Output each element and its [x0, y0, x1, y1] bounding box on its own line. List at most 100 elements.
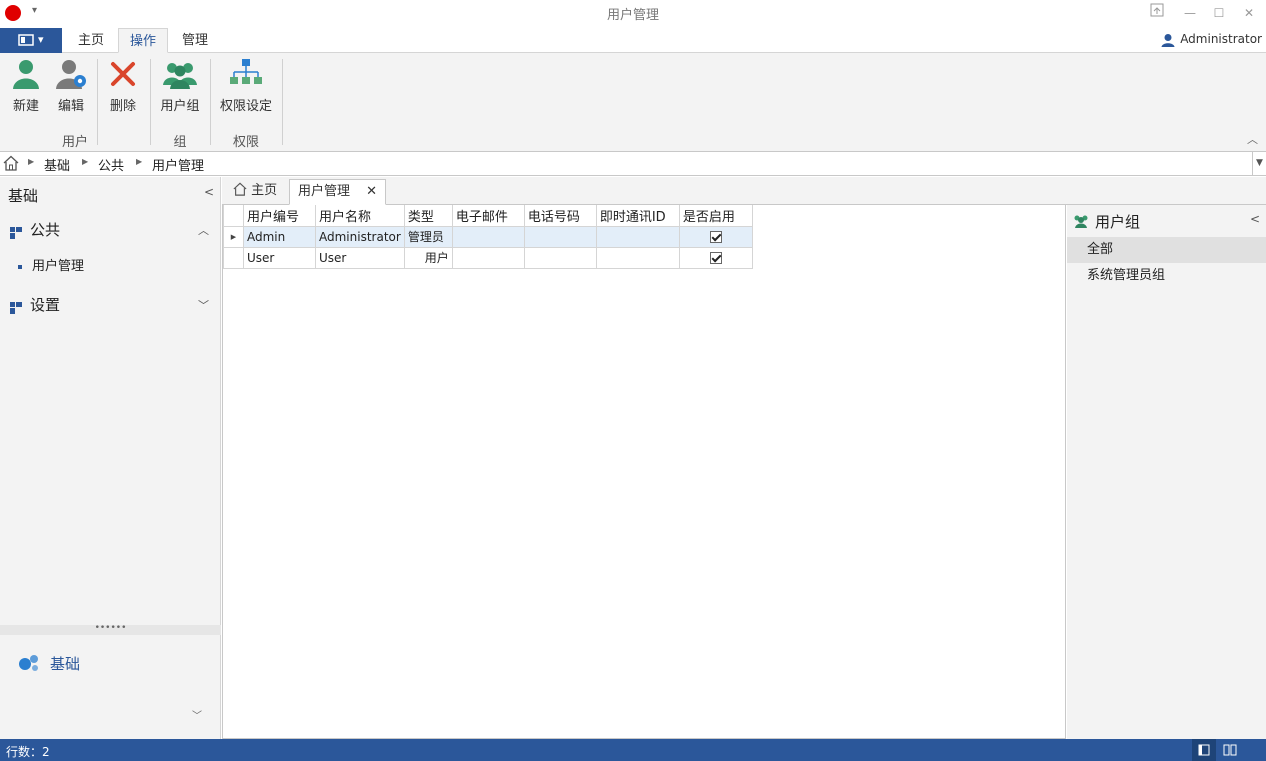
doc-tab-home[interactable]: 主页: [225, 179, 285, 205]
doc-tab-user-management[interactable]: 用户管理 ✕: [289, 179, 387, 205]
cell-im-id[interactable]: [595, 246, 680, 269]
column-header[interactable]: 电话号码: [523, 205, 597, 227]
normal-view-button[interactable]: [1192, 739, 1216, 761]
breadcrumb-item[interactable]: 基础: [44, 155, 70, 174]
group-label-permission: 权限: [232, 135, 259, 150]
group-label-group: 组: [173, 135, 187, 150]
column-header[interactable]: 用户名称: [315, 205, 405, 227]
breadcrumb-item[interactable]: 用户管理: [152, 155, 204, 174]
doc-tab-label: 主页: [251, 183, 278, 198]
cell-phone[interactable]: [523, 225, 597, 248]
user-group-button[interactable]: 用户组: [155, 57, 205, 114]
document-tab-bar: 主页 用户管理 ✕: [222, 177, 1266, 205]
permission-settings-label: 权限设定: [219, 99, 272, 114]
new-user-label: 新建: [12, 99, 39, 114]
breadcrumb-separator-icon: ▶: [136, 157, 143, 166]
collapse-pane-icon[interactable]: <: [1250, 212, 1260, 226]
row-indicator-icon: ▶: [223, 225, 244, 248]
breadcrumb-dropdown-button[interactable]: ▼: [1252, 152, 1266, 175]
new-user-icon: [9, 57, 43, 91]
nav-splitter[interactable]: ••••••: [0, 624, 221, 635]
table-row[interactable]: User User 用户: [223, 246, 753, 269]
cell-email[interactable]: [451, 225, 525, 248]
reading-view-button[interactable]: [1222, 742, 1238, 761]
user-group-pane: 用户组 < 全部 系统管理员组: [1067, 205, 1266, 739]
nav-group-settings[interactable]: 设置: [10, 294, 60, 315]
maximize-button[interactable]: ☐: [1208, 3, 1230, 23]
tab-operations[interactable]: 操作: [118, 28, 168, 53]
nav-group-icon: [10, 300, 22, 314]
row-indicator: [223, 246, 244, 269]
column-header[interactable]: 电子邮件: [451, 205, 525, 227]
breadcrumb-separator-icon: ▶: [28, 157, 35, 166]
current-user[interactable]: Administrator: [1161, 32, 1262, 47]
collapse-nav-icon[interactable]: <: [204, 185, 214, 199]
home-icon: [233, 182, 247, 196]
group-item-all[interactable]: 全部: [1067, 237, 1266, 263]
group-item-admin[interactable]: 系统管理员组: [1067, 263, 1266, 289]
ribbon-tab-bar: ▾ 主页 操作 管理 Administrator: [0, 28, 1266, 53]
cell-email[interactable]: [451, 246, 525, 269]
status-bar: 行数：2: [0, 739, 1266, 761]
breadcrumb-item[interactable]: 公共: [98, 155, 124, 174]
enabled-checkbox[interactable]: [709, 252, 722, 264]
nav-pane-title: 基础: [8, 187, 39, 205]
file-menu-button[interactable]: ▾: [0, 28, 62, 53]
nav-group-public[interactable]: 公共: [10, 219, 60, 240]
menu-icon: [18, 34, 35, 46]
collapse-ribbon-icon[interactable]: ︿: [1247, 131, 1258, 147]
tab-home[interactable]: 主页: [66, 28, 116, 53]
window-title: 用户管理: [606, 8, 659, 23]
normal-view-icon: [1198, 744, 1210, 756]
chevron-down-icon[interactable]: ﹀: [192, 707, 202, 722]
cell-user-id[interactable]: Admin: [243, 225, 316, 248]
delete-user-button[interactable]: 删除: [103, 57, 143, 114]
edit-user-button[interactable]: 编辑: [51, 57, 91, 114]
ribbon-panel: 新建 编辑 删除 用户 用户组 组 权限设定 权限 ︿: [0, 53, 1266, 152]
home-icon[interactable]: [3, 155, 19, 175]
column-header[interactable]: 类型: [403, 205, 453, 227]
tab-manage[interactable]: 管理: [170, 28, 220, 53]
table-row[interactable]: ▶ Admin Administrator 管理员: [223, 225, 753, 248]
close-tab-icon[interactable]: ✕: [366, 184, 377, 199]
breadcrumb-separator-icon: ▶: [82, 157, 89, 166]
delete-user-label: 删除: [109, 99, 136, 114]
chevron-down-icon[interactable]: ﹀: [198, 297, 209, 313]
nav-item-label: 用户管理: [32, 259, 85, 274]
group-separator: [282, 59, 283, 145]
nav-item-user-management[interactable]: 用户管理: [18, 255, 84, 274]
row-count: 行数：2: [6, 745, 50, 759]
cell-enabled[interactable]: [678, 225, 753, 248]
nav-group-label: 公共: [30, 221, 61, 239]
cell-user-name[interactable]: User: [315, 246, 405, 269]
user-table: 用户编号 用户名称 类型 电子邮件 电话号码 即时通讯ID 是否启用 ▶ Adm…: [223, 205, 753, 269]
user-group-label: 用户组: [160, 99, 200, 114]
permission-settings-button[interactable]: 权限设定: [216, 57, 276, 114]
pane-title: 用户组: [1095, 213, 1141, 231]
minimize-button[interactable]: —: [1179, 3, 1201, 23]
new-user-button[interactable]: 新建: [6, 57, 46, 114]
nav-bottom-section[interactable]: 基础: [50, 653, 80, 674]
cell-enabled[interactable]: [678, 246, 753, 269]
cell-user-id[interactable]: User: [243, 246, 316, 269]
enabled-checkbox[interactable]: [709, 231, 722, 243]
doc-tab-label: 用户管理: [298, 184, 351, 199]
column-header[interactable]: 即时通讯ID: [595, 205, 680, 227]
user-group-icon: [1073, 214, 1089, 232]
column-header[interactable]: 用户编号: [243, 205, 316, 227]
cell-phone[interactable]: [523, 246, 597, 269]
cell-type[interactable]: 用户: [403, 246, 453, 269]
edit-user-icon: [54, 57, 88, 91]
app-window: ▾ 用户管理 — ☐ ✕ ▾ 主页 操作 管理 Administrator 新建: [0, 0, 1266, 761]
close-window-button[interactable]: ✕: [1238, 3, 1260, 23]
row-indicator-header: [223, 205, 244, 227]
pin-ribbon-button[interactable]: [1146, 3, 1168, 23]
cell-im-id[interactable]: [595, 225, 680, 248]
cell-user-name[interactable]: Administrator: [315, 225, 405, 248]
user-grid: 用户编号 用户名称 类型 电子邮件 电话号码 即时通讯ID 是否启用 ▶ Adm…: [222, 205, 1066, 739]
chevron-up-icon[interactable]: ︿: [198, 222, 209, 238]
bubbles-icon: [18, 652, 40, 676]
user-group-icon: [163, 57, 197, 91]
column-header[interactable]: 是否启用: [678, 205, 753, 227]
cell-type[interactable]: 管理员: [403, 225, 453, 248]
